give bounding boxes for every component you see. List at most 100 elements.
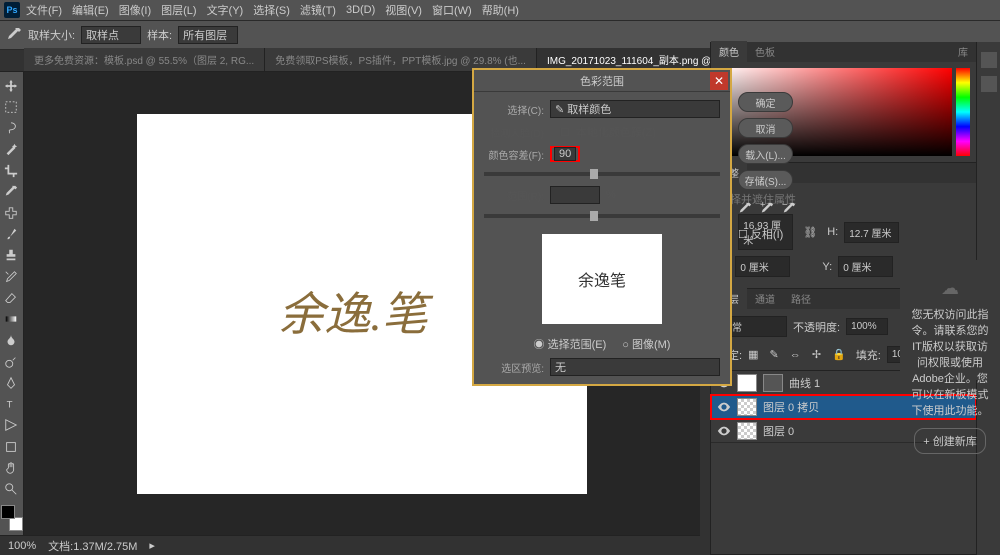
layer-name[interactable]: 图层 0 拷贝: [763, 399, 819, 415]
layer-thumb: [737, 398, 757, 416]
gradient-tool[interactable]: [0, 310, 22, 329]
app-logo: Ps: [4, 2, 20, 18]
wand-tool[interactable]: [0, 140, 22, 159]
lib-tab[interactable]: 库: [950, 41, 976, 62]
history-brush-tool[interactable]: [0, 267, 22, 286]
menu-type[interactable]: 文字(Y): [203, 0, 248, 20]
svg-text:+: +: [760, 202, 766, 210]
menu-file[interactable]: 文件(F): [22, 0, 66, 20]
eyedropper-tool[interactable]: [0, 182, 22, 201]
blur-tool[interactable]: [0, 331, 22, 350]
canvas-signature: 余逸.笔: [278, 278, 428, 344]
doc-info[interactable]: 文档:1.37M/2.75M: [48, 538, 137, 554]
path-tool[interactable]: [0, 416, 22, 435]
menu-help[interactable]: 帮助(H): [478, 0, 523, 20]
menu-view[interactable]: 视图(V): [381, 0, 426, 20]
menu-window[interactable]: 窗口(W): [428, 0, 476, 20]
eyedropper-sample-icon[interactable]: [738, 202, 752, 216]
range-input: [550, 186, 600, 204]
create-library-button[interactable]: + 创建新库: [914, 428, 985, 454]
sample-select[interactable]: 所有图层: [178, 26, 238, 44]
menu-edit[interactable]: 编辑(E): [68, 0, 113, 20]
zoom-tool[interactable]: [0, 479, 22, 498]
visibility-icon[interactable]: [717, 400, 731, 414]
layer-thumb: [737, 422, 757, 440]
cloud-icon: ☁: [936, 278, 964, 298]
doc-tab-0[interactable]: 更多免费资源：模板.psd @ 55.5%（图层 2, RG...: [24, 48, 265, 71]
swatch-tab[interactable]: 色板: [747, 41, 783, 62]
shape-tool[interactable]: [0, 437, 22, 456]
svg-text:−: −: [782, 202, 788, 210]
lock-icons[interactable]: ▦ ✎ ⇔ ✢ 🔒: [748, 348, 850, 361]
panel-icon[interactable]: [981, 52, 997, 68]
marquee-tool[interactable]: [0, 97, 22, 116]
stamp-tool[interactable]: [0, 246, 22, 265]
dialog-close-button[interactable]: ✕: [710, 72, 728, 90]
status-bar: 100% 文档:1.37M/2.75M ▸: [0, 535, 700, 555]
x-input[interactable]: 0 厘米: [735, 256, 790, 277]
menu-3d[interactable]: 3D(D): [342, 2, 379, 18]
sample-label: 样本:: [147, 27, 172, 43]
dialog-button-column: 确定 取消 载入(L)... 存储(S)... + − ☐ 反相(I): [738, 92, 796, 242]
toolbox: T: [0, 72, 24, 535]
eyedropper-add-icon[interactable]: +: [760, 202, 774, 216]
y-label: Y:: [822, 261, 832, 273]
range-label: 范围(R):: [484, 188, 544, 203]
brush-tool[interactable]: [0, 225, 22, 244]
invert-checkbox[interactable]: ☐ 反相(I): [738, 226, 796, 242]
menu-filter[interactable]: 滤镜(T): [296, 0, 340, 20]
localized-checkbox-label[interactable]: 本地化颜色簇(Z): [576, 124, 656, 140]
crop-tool[interactable]: [0, 161, 22, 180]
selection-preview-dropdown[interactable]: 无: [550, 358, 720, 376]
radio-image[interactable]: ○ 图像(M): [622, 336, 670, 352]
lasso-tool[interactable]: [0, 118, 22, 137]
save-button[interactable]: 存储(S)...: [738, 170, 793, 190]
zoom-level[interactable]: 100%: [8, 540, 36, 552]
load-button[interactable]: 载入(L)...: [738, 144, 793, 164]
visibility-icon[interactable]: [717, 424, 731, 438]
menu-select[interactable]: 选择(S): [249, 0, 294, 20]
ok-button[interactable]: 确定: [738, 92, 793, 112]
libraries-panel: ☁ 您无权访问此指令。请联系您的IT版权以获取访问权限或使用 Adobe企业。您…: [900, 260, 1000, 380]
cancel-button[interactable]: 取消: [738, 118, 793, 138]
pen-tool[interactable]: [0, 373, 22, 392]
channels-tab[interactable]: 通道: [747, 288, 783, 309]
selection-preview-label: 选区预览:: [484, 360, 544, 375]
height-input[interactable]: 12.7 厘米: [844, 222, 899, 243]
eyedropper-subtract-icon[interactable]: −: [782, 202, 796, 216]
link-icon[interactable]: ⛓: [803, 226, 817, 239]
color-tab[interactable]: 颜色: [711, 41, 747, 62]
panel-icon[interactable]: [981, 76, 997, 92]
color-swatches[interactable]: [1, 505, 23, 531]
range-unit: %: [606, 189, 616, 201]
dodge-tool[interactable]: [0, 352, 22, 371]
hand-tool[interactable]: [0, 458, 22, 477]
layer-name[interactable]: 图层 0: [763, 423, 794, 439]
h-label: H:: [827, 226, 838, 238]
paths-tab[interactable]: 路径: [783, 288, 819, 309]
eyedropper-buttons: + −: [738, 202, 796, 216]
fuzziness-label: 颜色容差(F):: [484, 147, 544, 162]
move-tool[interactable]: [0, 76, 22, 95]
y-input[interactable]: 0 厘米: [838, 256, 893, 277]
hue-slider[interactable]: [956, 68, 970, 156]
opacity-label: 不透明度:: [793, 319, 840, 335]
radio-selection[interactable]: ◉ 选择范围(E): [534, 336, 607, 352]
dialog-titlebar[interactable]: 色彩范围 ✕: [474, 70, 730, 92]
dialog-preview[interactable]: 余逸笔: [542, 234, 662, 324]
select-dropdown[interactable]: ✎ 取样颜色: [550, 100, 720, 118]
eraser-tool[interactable]: [0, 288, 22, 307]
opacity-input[interactable]: 100%: [846, 318, 888, 335]
menu-layer[interactable]: 图层(L): [157, 0, 200, 20]
sample-size-select[interactable]: 取样点: [81, 26, 141, 44]
heal-tool[interactable]: [0, 203, 22, 222]
layer-name[interactable]: 曲线 1: [789, 375, 820, 391]
status-chevron-icon[interactable]: ▸: [149, 539, 155, 552]
menu-image[interactable]: 图像(I): [115, 0, 155, 20]
fuzziness-input[interactable]: 90: [554, 147, 576, 161]
range-slider: [484, 214, 720, 218]
fuzziness-slider[interactable]: [484, 172, 720, 176]
type-tool[interactable]: T: [0, 395, 22, 414]
color-range-dialog: 色彩范围 ✕ 选择(C): ✎ 取样颜色 检测人脸(D) ☐ 本地化颜色簇(Z)…: [472, 68, 732, 386]
layer-thumb: [737, 374, 757, 392]
